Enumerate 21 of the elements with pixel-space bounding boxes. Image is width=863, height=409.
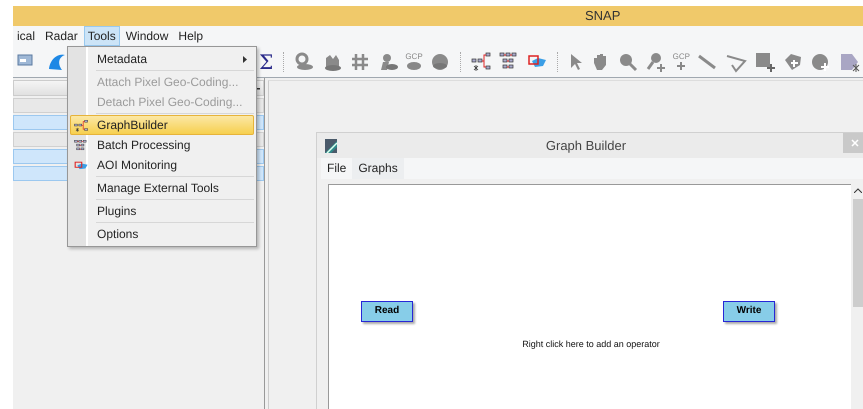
- menu-item[interactable]: Help: [174, 26, 208, 46]
- menu-item[interactable]: Options: [70, 224, 254, 244]
- sum-button[interactable]: Σ: [259, 52, 274, 72]
- hint-text: Right click here to add an operator: [521, 338, 661, 351]
- menu-item[interactable]: AOI Monitoring: [70, 155, 254, 175]
- menu-item[interactable]: Tools: [84, 26, 120, 46]
- menu-item[interactable]: File: [321, 158, 352, 179]
- dialog-title: Graph Builder: [544, 136, 628, 155]
- graph-canvas[interactable]: Read Write Right click here to add an operator: [328, 184, 852, 409]
- menu-item[interactable]: Window: [122, 26, 172, 46]
- menu-item[interactable]: Metadata: [70, 49, 254, 69]
- menu-item[interactable]: Plugins: [70, 201, 254, 221]
- menu-item[interactable]: Radar: [41, 26, 82, 46]
- operator-node[interactable]: Read: [361, 301, 413, 322]
- operator-node[interactable]: Write: [723, 301, 775, 322]
- menu-item[interactable]: Batch Processing: [70, 135, 254, 155]
- menu-item[interactable]: GraphBuilder: [70, 115, 254, 135]
- window-title: SNAP: [585, 7, 620, 26]
- menu-item[interactable]: Graphs: [352, 158, 404, 179]
- menu-item[interactable]: Manage External Tools: [70, 178, 254, 198]
- menu-item[interactable]: ical: [13, 26, 40, 46]
